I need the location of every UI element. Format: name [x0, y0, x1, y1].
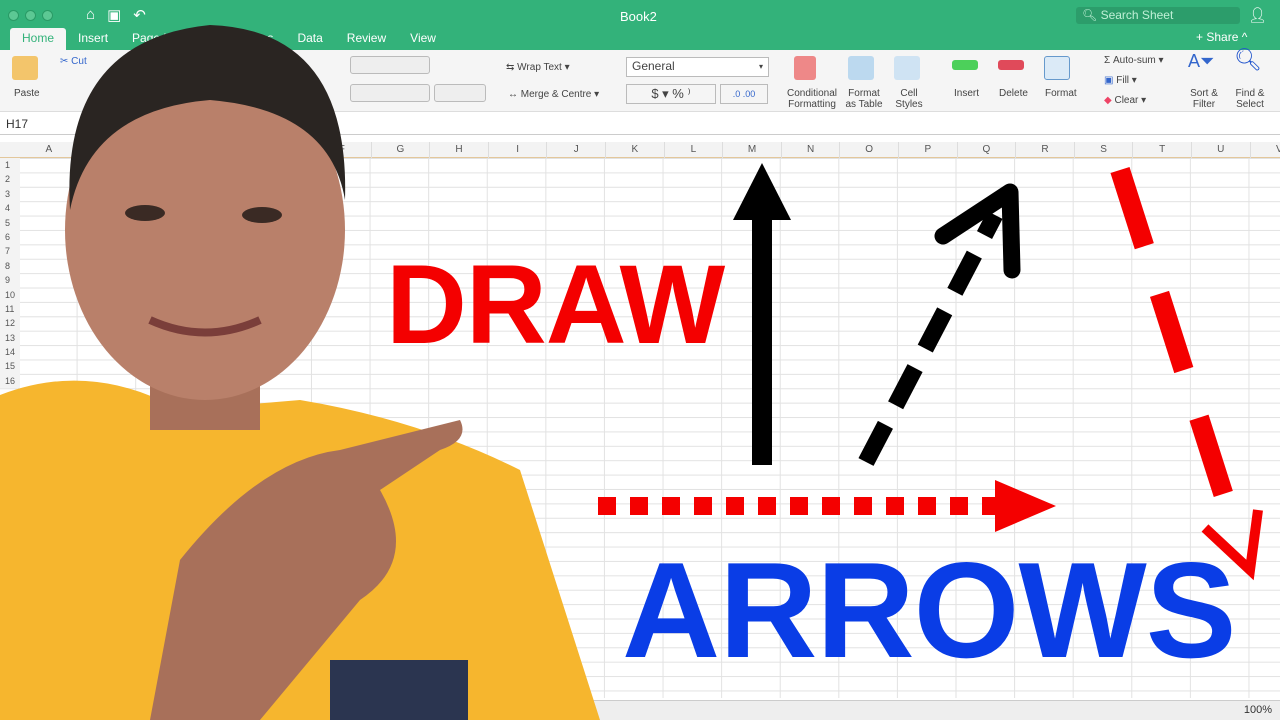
right-eye [242, 207, 282, 223]
red-dashed-arrow [1110, 166, 1263, 581]
black-dashed-arrow [858, 183, 1021, 466]
overlay-graphics [0, 25, 1263, 720]
left-eye [125, 205, 165, 221]
black-solid-arrow [733, 163, 791, 465]
red-dotted-arrow [598, 480, 1056, 532]
presenter-photo [0, 25, 600, 720]
shirt-pocket [330, 660, 468, 720]
